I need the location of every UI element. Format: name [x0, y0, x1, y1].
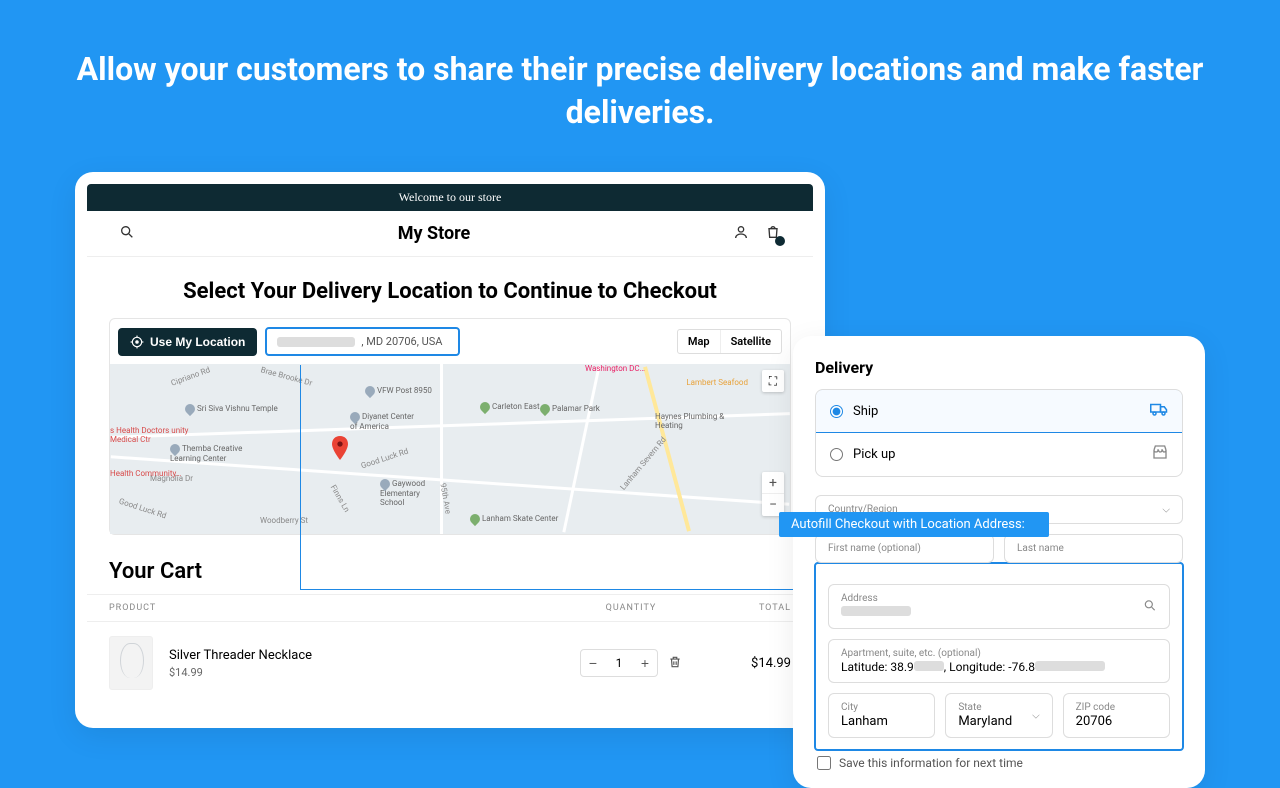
store-icon — [1152, 444, 1168, 464]
map-poi: Sri Siva Vishnu Temple — [185, 404, 278, 414]
store-name: My Store — [398, 223, 471, 244]
map-view-button[interactable]: Map — [678, 330, 721, 353]
ship-option[interactable]: Ship — [815, 389, 1183, 433]
delivery-title: Delivery — [815, 358, 1183, 377]
autofill-banner: Autofill Checkout with Location Address: — [779, 512, 1049, 537]
location-pin-icon — [332, 436, 348, 460]
qty-value: 1 — [605, 656, 633, 670]
zip-field[interactable]: ZIP code20706 — [1063, 693, 1170, 738]
map-poi: Gaywood Elementary School — [380, 479, 440, 507]
map-card: Use My Location , MD 20706, USA Map Sate… — [109, 318, 791, 535]
map-poi: Lambert Seafood — [686, 378, 748, 387]
product-price: $14.99 — [169, 666, 551, 679]
select-location-title: Select Your Delivery Location to Continu… — [87, 279, 813, 304]
use-my-location-button[interactable]: Use My Location — [118, 328, 257, 356]
fullscreen-button[interactable]: ⛶ — [762, 370, 784, 392]
account-icon[interactable] — [733, 224, 749, 244]
store-header: My Store — [87, 211, 813, 257]
city-field[interactable]: CityLanham — [828, 693, 935, 738]
map-type-toggle[interactable]: Map Satellite — [677, 329, 782, 354]
product-thumbnail — [109, 636, 153, 690]
road-label: Finns Ln — [329, 483, 352, 514]
road-label: Good Luck Rd — [360, 447, 410, 471]
map-poi: Palamar Park — [540, 404, 600, 414]
cart-title: Your Cart — [109, 559, 791, 584]
location-search-input[interactable]: , MD 20706, USA — [265, 327, 460, 356]
ship-radio[interactable] — [830, 405, 843, 418]
chevron-down-icon: ⌵ — [1162, 504, 1170, 515]
delivery-card: Delivery Ship Pick up Country/Region ⌵ F… — [793, 336, 1205, 788]
headline: Allow your customers to share their prec… — [0, 0, 1280, 158]
pickup-option[interactable]: Pick up — [816, 432, 1182, 476]
cart-item-row: Silver Threader Necklace $14.99 − 1 + $1… — [87, 622, 813, 704]
satellite-view-button[interactable]: Satellite — [721, 330, 781, 353]
cart-table-header: PRODUCT QUANTITY TOTAL — [87, 594, 813, 622]
store-card: Welcome to our store My Store Select You… — [75, 172, 825, 728]
item-total: $14.99 — [711, 656, 791, 671]
cart-icon[interactable] — [765, 224, 781, 244]
delivery-method-group: Ship Pick up — [815, 389, 1183, 477]
map-poi: Themba Creative Learning Center — [170, 444, 260, 463]
road-label: Cipriano Rd — [170, 365, 212, 388]
map-poi: VFW Post 8950 — [365, 386, 432, 396]
qty-decrease-button[interactable]: − — [581, 650, 605, 676]
state-select[interactable]: StateMaryland⌵ — [945, 693, 1052, 738]
map-poi: Carleton East — [480, 402, 540, 412]
pickup-radio[interactable] — [830, 448, 843, 461]
map-canvas[interactable]: Cipriano Rd Brae Brooke Dr Good Luck Rd … — [110, 364, 790, 534]
zoom-in-button[interactable]: + — [762, 472, 784, 494]
map-poi: Lanham Skate Center — [470, 514, 558, 524]
first-name-field[interactable]: First name (optional) — [815, 534, 994, 563]
address-field[interactable]: Address — [828, 584, 1170, 629]
road-label: Woodberry St — [260, 516, 308, 525]
road-label: Brae Brooke Dr — [260, 365, 314, 387]
last-name-field[interactable]: Last name — [1004, 534, 1183, 563]
map-poi: Health Community… — [110, 469, 181, 478]
map-poi: Diyanet Center of America — [350, 412, 420, 431]
map-poi: s Health Doctors unity Medical Ctr — [110, 426, 190, 444]
road-label: Good Luck Rd — [118, 497, 168, 521]
road-label: Lanham Severn Rd — [618, 435, 668, 492]
map-poi: Washington DC… — [585, 364, 645, 373]
truck-icon — [1150, 402, 1168, 420]
autofill-group: Address Apartment, suite, etc. (optional… — [814, 562, 1184, 751]
map-poi: Haynes Plumbing & Heating — [655, 412, 735, 430]
qty-increase-button[interactable]: + — [633, 650, 657, 676]
search-icon[interactable] — [119, 224, 135, 244]
save-info-checkbox[interactable]: Save this information for next time — [815, 756, 1183, 770]
welcome-bar: Welcome to our store — [87, 184, 813, 211]
apartment-field[interactable]: Apartment, suite, etc. (optional) Latitu… — [828, 639, 1170, 683]
product-name: Silver Threader Necklace — [169, 648, 551, 663]
search-icon — [1143, 597, 1157, 616]
remove-item-button[interactable] — [668, 654, 682, 673]
quantity-stepper: − 1 + — [580, 649, 658, 677]
chevron-down-icon: ⌵ — [1032, 710, 1040, 721]
zoom-control: + − — [762, 472, 784, 516]
